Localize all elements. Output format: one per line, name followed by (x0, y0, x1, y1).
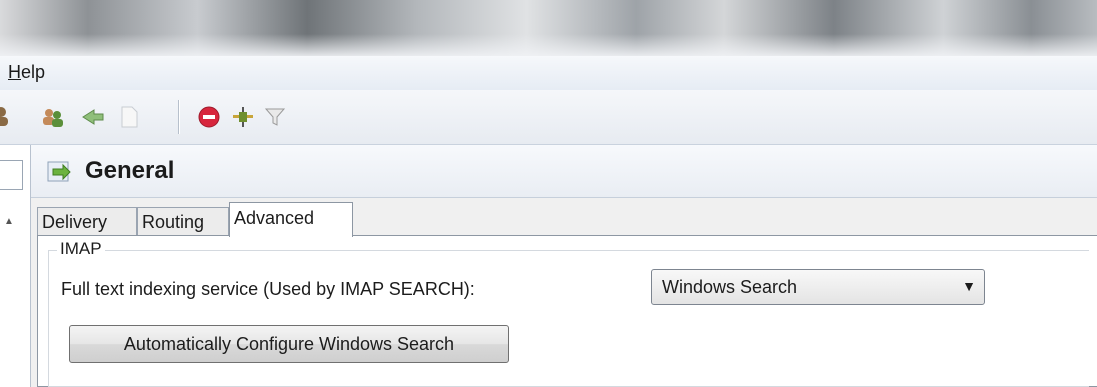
tab-advanced[interactable]: Advanced (229, 202, 353, 237)
tab-routing[interactable]: Routing (137, 207, 229, 235)
menu-bar: Help (0, 56, 1097, 91)
menu-help[interactable]: Help (8, 62, 45, 83)
users-icon[interactable] (0, 104, 14, 130)
indexing-service-select[interactable]: Windows Search ▼ (651, 269, 985, 305)
menu-help-label: elp (21, 62, 46, 82)
document-arrow-icon (46, 159, 72, 185)
indexing-service-value: Windows Search (662, 277, 798, 297)
plug-icon[interactable] (230, 104, 256, 130)
menu-help-mnemonic: H (8, 62, 21, 82)
window-titlebar (0, 0, 1097, 56)
users-group-icon[interactable] (40, 104, 66, 130)
forward-arrow-icon[interactable] (80, 104, 106, 130)
toolbar (0, 90, 1097, 145)
page-title: General (85, 157, 175, 184)
full-text-indexing-label: Full text indexing service (Used by IMAP… (61, 279, 475, 299)
filter-icon[interactable] (262, 104, 288, 130)
tab-delivery[interactable]: Delivery (37, 207, 137, 235)
chevron-down-icon[interactable]: ▼ (962, 278, 976, 294)
imap-group-title: IMAP (57, 239, 105, 259)
advanced-tab-panel: IMAP Full text indexing service (Used by… (37, 235, 1097, 387)
panel-header: General (31, 145, 1097, 198)
auto-configure-windows-search-button[interactable]: Automatically Configure Windows Search (69, 325, 509, 363)
toolbar-separator (178, 100, 179, 134)
navigation-search-box[interactable] (0, 160, 23, 190)
scroll-up-arrow-icon[interactable]: ▲ (4, 216, 14, 227)
blank-page-icon[interactable] (116, 104, 142, 130)
stop-icon[interactable] (196, 104, 222, 130)
imap-group: IMAP Full text indexing service (Used by… (48, 239, 1089, 387)
main-panel: General Delivery Routing Advanced IMAP F… (30, 145, 1097, 387)
